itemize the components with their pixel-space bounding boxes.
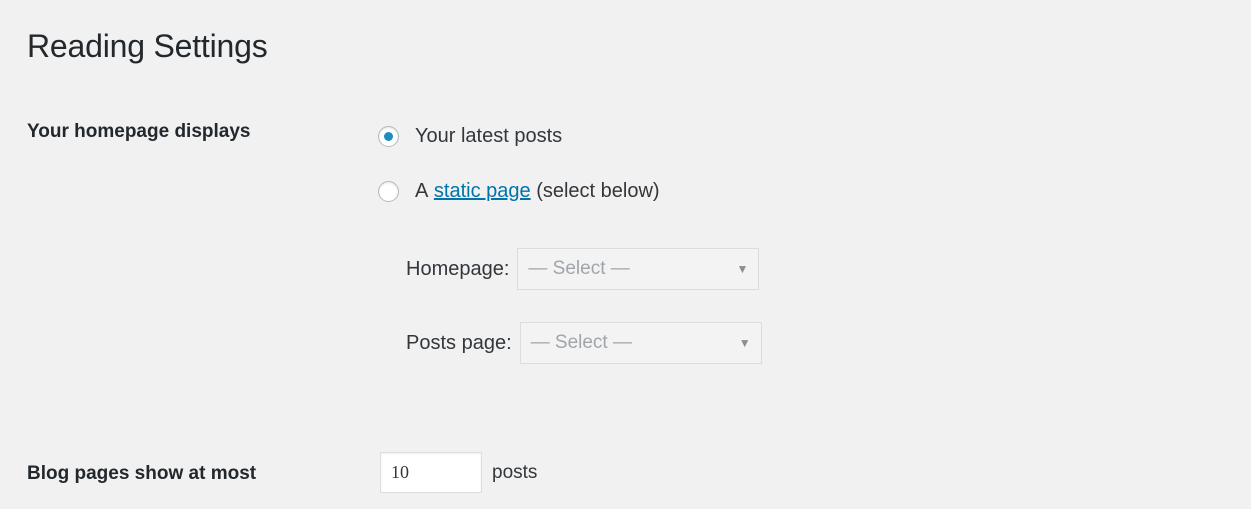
static-page-link[interactable]: static page (434, 178, 531, 204)
homepage-select-label: Homepage: (406, 258, 510, 280)
chevron-down-icon: ▼ (736, 262, 749, 276)
posts-page-select-row: Posts page: — Select — ▼ (406, 322, 762, 364)
homepage-select-row: Homepage: — Select — ▼ (406, 248, 760, 290)
homepage-select[interactable]: — Select — ▼ (517, 248, 760, 290)
latest-posts-label: Your latest posts (415, 125, 563, 147)
homepage-select-value: — Select — (528, 258, 630, 279)
chevron-down-icon: ▼ (738, 336, 751, 350)
blog-pages-row: posts (380, 452, 537, 493)
latest-posts-radio[interactable] (378, 125, 399, 147)
posts-page-select[interactable]: — Select — ▼ (519, 322, 762, 364)
posts-unit-label: posts (492, 461, 538, 483)
static-page-radio[interactable] (378, 180, 399, 202)
radio-option-latest-posts[interactable]: Your latest posts (378, 123, 562, 149)
page-title: Reading Settings (27, 28, 268, 64)
posts-per-page-input[interactable] (380, 452, 482, 493)
homepage-displays-label: Your homepage displays (27, 121, 251, 142)
posts-page-select-value: — Select — (530, 332, 632, 353)
radio-option-static-page[interactable]: A static page (select below) (378, 178, 660, 204)
static-page-prefix: A (415, 180, 429, 202)
static-page-suffix: (select below) (536, 180, 660, 202)
blog-pages-label: Blog pages show at most (27, 463, 257, 484)
posts-page-select-label: Posts page: (406, 332, 512, 354)
